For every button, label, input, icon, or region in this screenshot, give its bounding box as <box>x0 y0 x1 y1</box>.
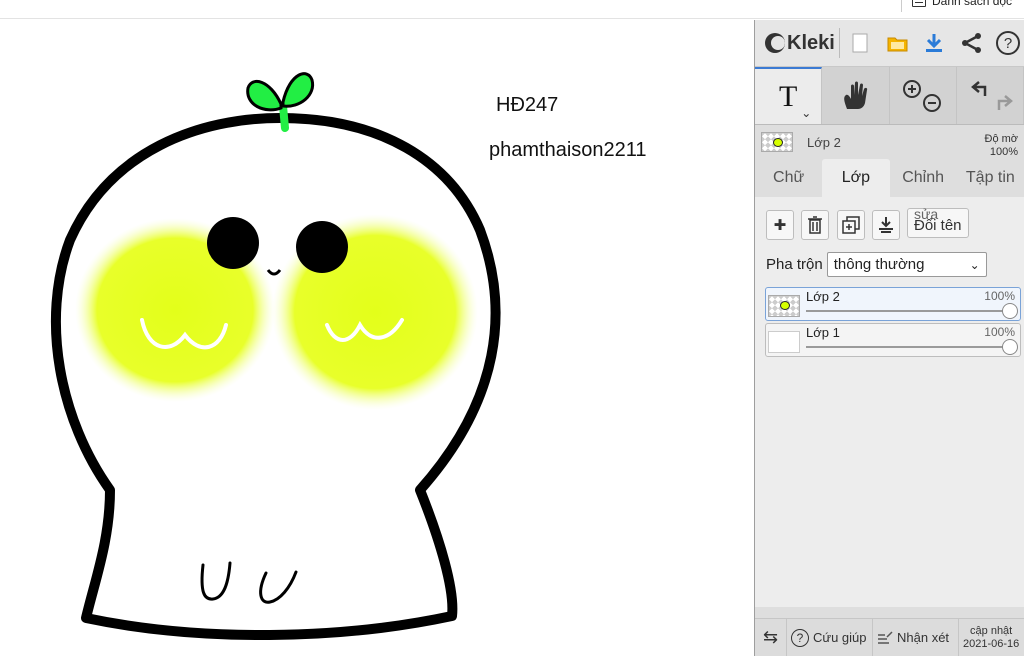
panel-footer: ⇆ ? Cứu giúp Nhận xét cập nhật 2021-06-1… <box>755 618 1024 656</box>
swap-icon: ⇆ <box>762 627 779 647</box>
sprout-stem <box>279 102 289 132</box>
layer-1-opacity-slider[interactable] <box>806 346 1010 348</box>
right-eye <box>296 221 348 273</box>
feedback-button[interactable]: Nhận xét <box>873 619 959 656</box>
zoom-tool-button[interactable] <box>890 67 957 124</box>
canvas-text-username: phamthaison2211 <box>489 139 647 161</box>
new-image-icon[interactable] <box>847 30 873 56</box>
update-label: cập nhật <box>970 624 1013 637</box>
reading-list-icon <box>912 0 926 7</box>
merge-layer-button[interactable] <box>872 210 900 240</box>
swap-sides-button[interactable]: ⇆ <box>755 619 787 656</box>
svg-text:?: ? <box>1004 35 1012 52</box>
layer-2-name: Lớp 2 <box>806 289 840 304</box>
undo-redo-button[interactable] <box>957 67 1024 124</box>
brand-separator <box>839 28 840 58</box>
blend-mode-value: thông thường <box>833 256 925 273</box>
opacity-value: 100% <box>989 146 1018 158</box>
chevron-down-icon[interactable]: ⌄ <box>801 106 811 120</box>
layer-2-opacity: 100% <box>984 289 1015 303</box>
rename-label: Đổi tên <box>914 217 962 234</box>
canvas-drawing <box>50 72 501 640</box>
update-info[interactable]: cập nhật 2021-06-16 <box>959 619 1023 656</box>
trash-icon <box>808 216 822 234</box>
tab-file[interactable]: Tập tin <box>957 159 1024 197</box>
toolbar-separator <box>901 0 902 12</box>
hand-tool-button[interactable] <box>822 67 890 124</box>
layer-2-thumbnail <box>768 295 800 317</box>
current-layer-thumbnail <box>761 132 793 152</box>
layer-1-thumbnail <box>768 331 800 353</box>
left-eye <box>207 217 259 269</box>
kleki-logo-icon <box>765 33 785 53</box>
layer-item-1[interactable]: Lớp 1 100% <box>765 323 1021 357</box>
tab-layers[interactable]: Lớp <box>822 159 890 197</box>
kleki-logo[interactable]: Kleki <box>765 32 835 55</box>
blend-label: Pha trộn <box>766 256 823 273</box>
chevron-down-icon: ⌄ <box>969 257 980 272</box>
current-layer-info: Lớp 2 Độ mờ 100% <box>755 125 1024 159</box>
current-layer-opacity: Độ mờ 100% <box>985 133 1019 159</box>
undo-redo-icon <box>970 80 1013 110</box>
opacity-label: Độ mờ <box>984 133 1019 145</box>
add-layer-button[interactable]: ✚ <box>766 210 794 240</box>
feedback-icon <box>878 630 893 644</box>
help-button[interactable]: ? Cứu giúp <box>787 619 873 656</box>
zoom-in-out-icon <box>902 79 941 112</box>
text-tool-icon: T <box>778 79 798 113</box>
canvas-text-hd247: HĐ247 <box>496 94 559 116</box>
feedback-label: Nhận xét <box>897 630 950 645</box>
drawing-canvas[interactable]: HĐ247 phamthaison2211 <box>0 20 754 656</box>
layer-2-opacity-handle[interactable] <box>1002 303 1018 319</box>
layer-1-opacity: 100% <box>984 325 1015 339</box>
panel-tabs: Chữ Lớp Chỉnh Tập tin <box>755 159 1024 197</box>
layer-1-name: Lớp 1 <box>806 325 840 340</box>
rename-layer-button[interactable]: sửa Đổi tên <box>907 206 969 238</box>
open-folder-icon[interactable] <box>885 30 911 56</box>
hand-icon <box>844 81 868 109</box>
update-date: 2021-06-16 <box>963 637 1020 650</box>
reading-list-label: Danh sách đọc <box>932 0 1013 8</box>
plus-icon: ✚ <box>773 217 787 234</box>
help-label: Cứu giúp <box>813 630 867 645</box>
layers-panel: ✚ sửa Đổi tên Pha trộn thông thường ⌄ Lớ… <box>755 197 1024 607</box>
current-layer-name: Lớp 2 <box>807 134 841 150</box>
duplicate-layer-button[interactable] <box>837 210 865 240</box>
reading-list-button[interactable]: Danh sách đọc <box>912 0 1012 8</box>
layer-1-opacity-handle[interactable] <box>1002 339 1018 355</box>
blend-mode-select[interactable]: thông thường ⌄ <box>826 252 987 277</box>
merge-down-icon <box>879 217 893 233</box>
sprout-left-leaf <box>246 79 283 112</box>
layer-item-2[interactable]: Lớp 2 100% <box>765 287 1021 321</box>
help-icon[interactable]: ? <box>995 30 1021 56</box>
text-tool-button[interactable]: T ⌄ <box>755 67 823 124</box>
share-icon[interactable] <box>959 30 985 56</box>
tool-row: T ⌄ <box>755 67 1024 125</box>
layer-2-opacity-slider[interactable] <box>806 310 1010 312</box>
duplicate-icon <box>842 216 860 234</box>
help-circle-icon: ? <box>791 628 809 647</box>
tab-text[interactable]: Chữ <box>755 159 822 197</box>
brand-name: Kleki <box>787 31 835 54</box>
kleki-side-panel: Kleki ? T ⌄ Lớp 2 Độ mờ 100% Chữ Lớp Chỉ… <box>754 20 1024 656</box>
browser-top-bar: Danh sách đọc <box>0 0 1024 19</box>
delete-layer-button[interactable] <box>801 210 829 240</box>
download-icon[interactable] <box>921 30 947 56</box>
sprout-right-leaf <box>281 72 315 108</box>
brand-bar: Kleki ? <box>755 20 1024 67</box>
tab-edit[interactable]: Chỉnh <box>890 159 957 197</box>
blend-mode-row: Pha trộn thông thường ⌄ <box>766 252 987 277</box>
